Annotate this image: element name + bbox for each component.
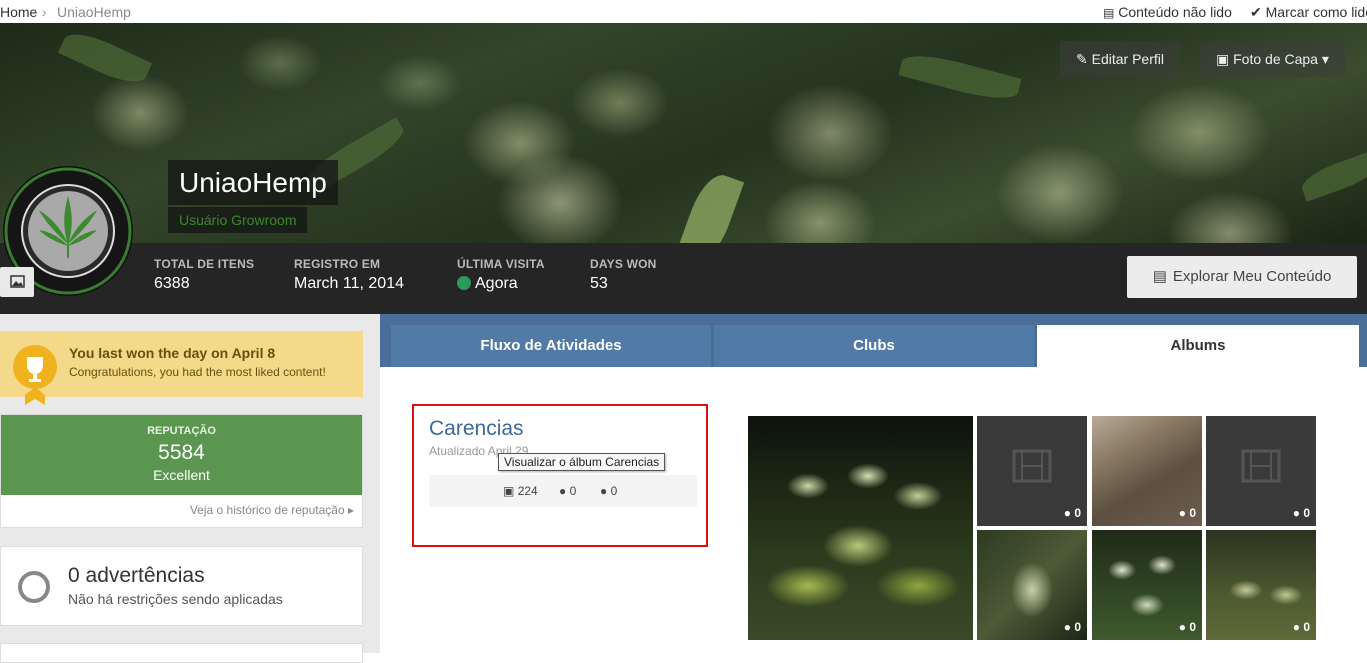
last-visit-value: Agora <box>475 275 518 292</box>
film-icon <box>1012 449 1052 482</box>
tab-albums[interactable]: Albums <box>1037 325 1359 367</box>
thumb-comment-count: ● 0 <box>1293 620 1310 634</box>
comment-count-value: 0 <box>1303 506 1310 520</box>
day-won-notice: You last won the day on April 8 Congratu… <box>0 331 363 405</box>
comment-icon: ● <box>600 484 608 498</box>
top-bar: Home › UniaoHemp ▤ Conteúdo não lido ✔ M… <box>0 0 1367 23</box>
mark-read-link[interactable]: ✔ Marcar como lido <box>1250 4 1367 21</box>
tooltip: Visualizar o álbum Carencias <box>498 453 666 471</box>
newspaper-icon: ▤ <box>1103 6 1115 20</box>
comment-count-value: 0 <box>1074 620 1081 634</box>
online-indicator-icon <box>457 276 471 290</box>
sidebar-card <box>0 643 363 663</box>
album-thumb-image[interactable]: ● 0 <box>1092 530 1202 640</box>
comment-icon: ● <box>1292 506 1300 520</box>
reputation-level: Excellent <box>153 467 210 483</box>
pencil-icon: ✎ <box>1076 51 1088 67</box>
stat-value: 6388 <box>154 275 190 292</box>
stat-value: Agora <box>457 275 545 293</box>
stat-value: 53 <box>590 275 608 292</box>
profile-group: Usuário Growroom <box>168 207 308 233</box>
camera-icon: ▣ <box>503 484 515 498</box>
image-count-value: 224 <box>517 484 538 498</box>
comment-count-value: 0 <box>569 484 577 498</box>
comment-icon: ● <box>1292 620 1300 634</box>
album-thumb-image[interactable]: ● 0 <box>1206 530 1316 640</box>
profile-name: UniaoHemp <box>168 160 338 205</box>
album-cover-image[interactable] <box>748 416 973 640</box>
comment-icon: ● <box>1178 620 1186 634</box>
stat-label: ÚLTIMA VISITA <box>457 257 545 271</box>
trophy-subtitle: Congratulations, you had the most liked … <box>69 365 326 379</box>
reputation-label: REPUTAÇÃO <box>147 425 216 437</box>
tab-activity[interactable]: Fluxo de Atividades <box>391 325 711 367</box>
cover-photo-button[interactable]: ▣ Foto de Capa ▾ <box>1200 41 1345 77</box>
comment-icon: ● <box>1063 620 1071 634</box>
stat-value: March 11, 2014 <box>294 275 404 292</box>
check-icon: ✔ <box>1250 4 1262 20</box>
image-icon <box>10 275 25 288</box>
thumb-comment-count: ● 0 <box>1293 506 1310 520</box>
reputation-history-link[interactable]: Veja o histórico de reputação ▸ <box>190 503 354 517</box>
explore-content-button[interactable]: ▤ Explorar Meu Conteúdo <box>1127 256 1357 298</box>
explore-content-label: Explorar Meu Conteúdo <box>1172 268 1332 285</box>
album-thumb-video[interactable]: ● 0 <box>977 416 1087 526</box>
cover-photo-label: Foto de Capa <box>1233 51 1318 67</box>
thumb-comment-count: ● 0 <box>1064 620 1081 634</box>
image-icon: ▣ <box>1216 51 1230 67</box>
unread-content-link[interactable]: ▤ Conteúdo não lido <box>1103 4 1232 20</box>
mark-read-label: Marcar como lido <box>1265 4 1367 20</box>
album-thumb-video[interactable]: ● 0 <box>1206 416 1316 526</box>
breadcrumb-current[interactable]: UniaoHemp <box>57 4 131 20</box>
film-icon <box>1241 449 1281 482</box>
warnings-title: 0 advertências <box>68 564 205 587</box>
unread-content-label: Conteúdo não lido <box>1118 4 1232 20</box>
album-stats: ▣ 224 ● 0 ● 0 <box>429 475 697 507</box>
stat-label: REGISTRO EM <box>294 257 381 271</box>
tab-clubs[interactable]: Clubs <box>714 325 1034 367</box>
album-thumb-image[interactable]: ● 0 <box>1092 416 1202 526</box>
avatar-photo-button[interactable] <box>0 267 34 297</box>
list-icon: ▤ <box>1152 268 1167 285</box>
stat-days-won: DAYS WON 53 <box>590 257 657 293</box>
trophy-title: You last won the day on April 8 <box>69 345 276 361</box>
thumb-comment-count: ● 0 <box>1179 506 1196 520</box>
warnings-card: 0 advertências Não há restrições sendo a… <box>0 546 363 626</box>
thumb-comment-count: ● 0 <box>1064 506 1081 520</box>
album-comments-count: ● 0 <box>559 484 576 498</box>
circle-icon <box>18 571 50 603</box>
warnings-subtitle: Não há restrições sendo aplicadas <box>68 591 283 607</box>
comment-icon: ● <box>1063 506 1071 520</box>
breadcrumb-home[interactable]: Home <box>0 4 37 20</box>
breadcrumb-separator-icon: › <box>42 4 47 20</box>
caret-right-icon: ▸ <box>347 503 354 517</box>
comment-count-value: 0 <box>1189 620 1196 634</box>
comment-icon: ● <box>1178 506 1186 520</box>
comment-count-value: 0 <box>1074 506 1081 520</box>
stat-label: TOTAL DE ITENS <box>154 257 255 271</box>
thumb-comment-count: ● 0 <box>1179 620 1196 634</box>
comment-count-value: 0 <box>1303 620 1310 634</box>
stat-registered: REGISTRO EM March 11, 2014 <box>294 257 404 293</box>
stat-last-visit: ÚLTIMA VISITA Agora <box>457 257 545 293</box>
stat-total-items: TOTAL DE ITENS 6388 <box>154 257 254 293</box>
edit-profile-label: Editar Perfil <box>1091 51 1164 67</box>
album-thumb-image[interactable]: ● 0 <box>977 530 1087 640</box>
album-image-comments-count: ● 0 <box>600 484 617 498</box>
album-title-link[interactable]: Carencias <box>429 417 524 441</box>
reputation-value: 5584 <box>158 441 205 464</box>
profile-tabs: Fluxo de Atividades Clubs Albums <box>380 314 1367 367</box>
reputation-history-label: Veja o histórico de reputação <box>189 503 345 517</box>
caret-down-icon: ▾ <box>1321 51 1329 67</box>
trophy-icon <box>13 345 57 405</box>
comment-count-value: 0 <box>1189 506 1196 520</box>
stat-label: DAYS WON <box>590 257 657 271</box>
comment-count-value: 0 <box>610 484 618 498</box>
album-image-count: ▣ 224 <box>503 484 538 498</box>
edit-profile-button[interactable]: ✎ Editar Perfil <box>1060 41 1180 77</box>
comment-icon: ● <box>559 484 567 498</box>
reputation-badge: REPUTAÇÃO 5584 Excellent <box>1 415 362 495</box>
